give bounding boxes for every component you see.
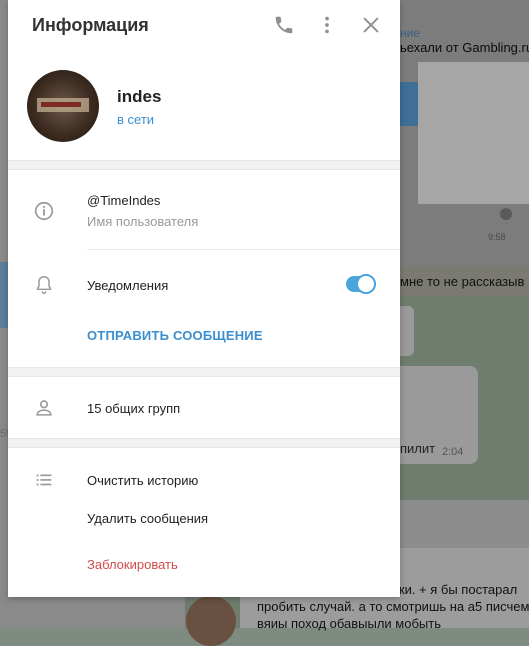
block-user-button[interactable]: Заблокировать <box>87 557 178 572</box>
notifications-toggle[interactable] <box>346 274 376 294</box>
message-time: 2:04 <box>442 446 464 458</box>
message-line: вяиы поход обавыыли мобыть <box>257 616 441 631</box>
notifications-label: Уведомления <box>87 278 169 293</box>
phone-icon[interactable] <box>273 14 295 36</box>
avatar <box>186 596 236 646</box>
section-separator <box>8 160 400 170</box>
avatar[interactable] <box>27 70 99 142</box>
more-vertical-icon[interactable] <box>316 14 338 36</box>
user-icon <box>36 400 52 416</box>
message-bubble <box>400 306 414 356</box>
message-time: 9:58 <box>488 232 506 242</box>
forward-text: ьехали от Gambling.ru <box>400 40 529 55</box>
section-separator <box>8 367 400 377</box>
forward-card <box>418 62 529 204</box>
profile-section: indes в сети <box>8 52 400 160</box>
clear-history-button[interactable]: Очистить историю <box>87 473 198 488</box>
common-groups-item[interactable]: 15 общих групп <box>87 401 180 416</box>
forward-header: ние <box>400 26 421 40</box>
forward-accent <box>400 82 418 126</box>
section-separator <box>8 438 400 448</box>
username-label: Имя пользователя <box>87 214 199 229</box>
send-message-button[interactable]: ОТПРАВИТЬ СООБЩЕНИЕ <box>87 328 263 343</box>
user-info-panel: Информация indes в сети @TimeIndes Имя п… <box>8 0 400 597</box>
badge-icon <box>500 208 512 220</box>
username-value[interactable]: @TimeIndes <box>87 193 160 208</box>
panel-header: Информация <box>8 0 400 52</box>
list-icon <box>36 474 52 486</box>
info-icon <box>34 201 54 221</box>
divider <box>87 249 400 250</box>
message-line: пробить случай. а то смотришь на а5 писч… <box>257 599 529 614</box>
close-icon[interactable] <box>360 14 382 36</box>
bell-icon <box>36 276 52 294</box>
profile-name: indes <box>117 87 162 106</box>
panel-title: Информация <box>32 15 149 35</box>
message-bar-text: мне то не рассказыв <box>400 274 525 289</box>
profile-status: в сети <box>117 112 155 127</box>
delete-messages-button[interactable]: Удалить сообщения <box>87 511 208 526</box>
message-text: пилит <box>400 441 436 456</box>
